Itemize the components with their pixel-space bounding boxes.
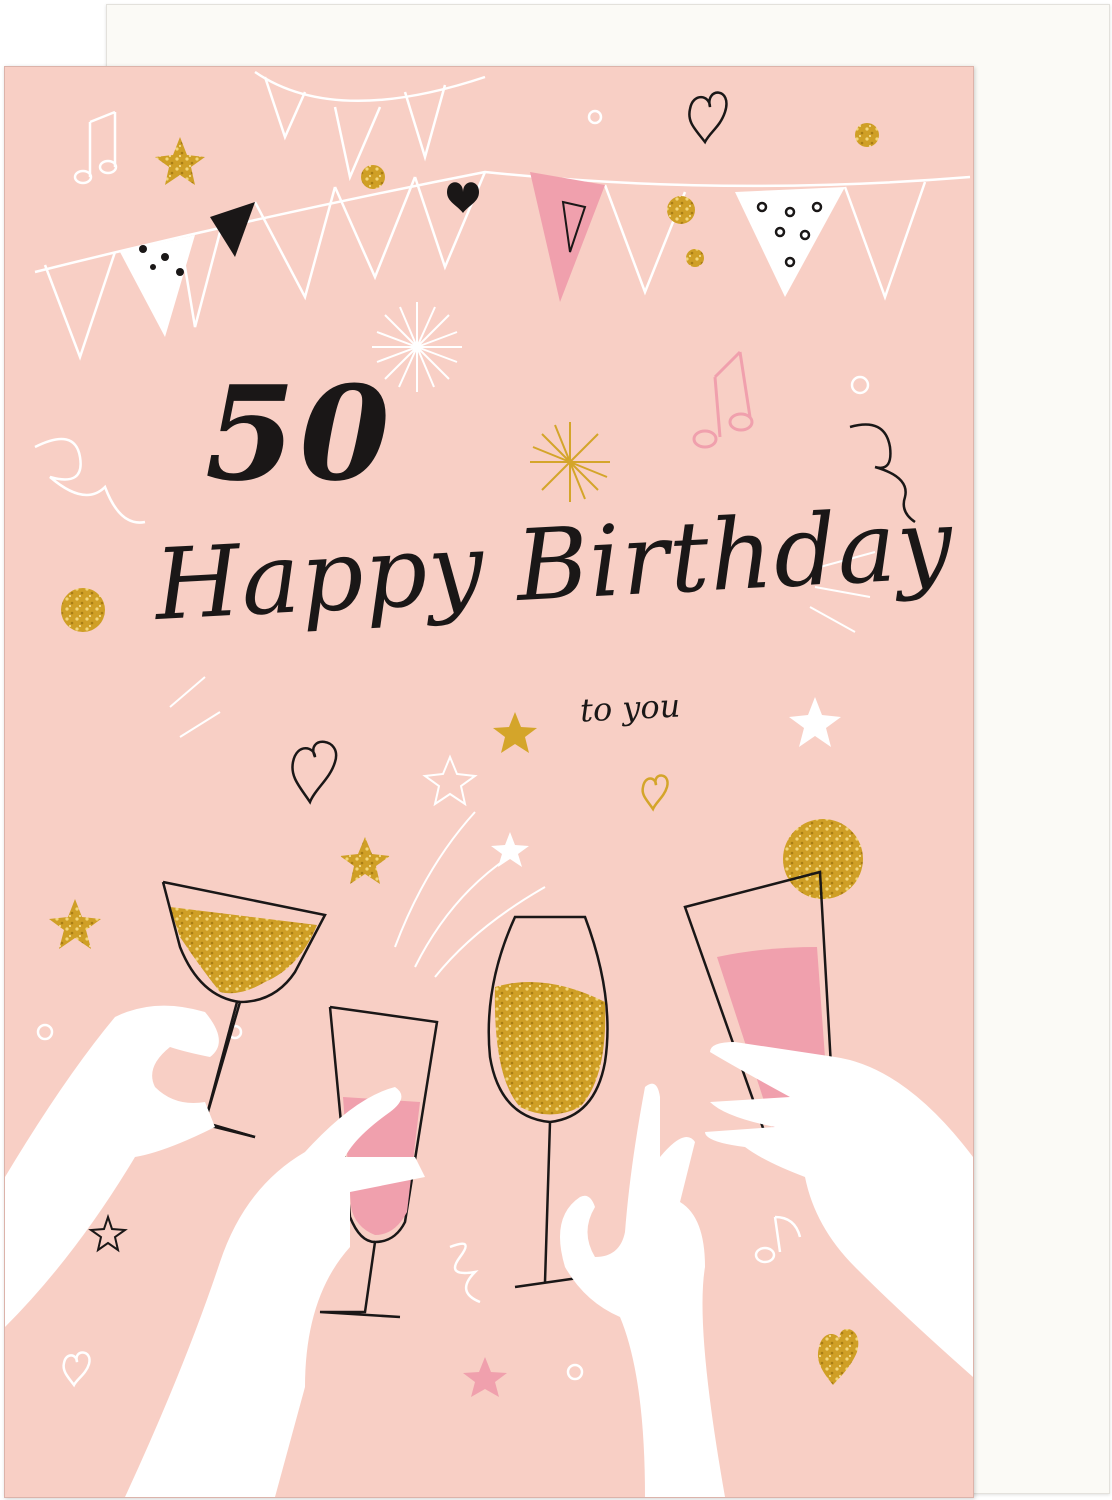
heart-icon [447, 182, 479, 213]
pennant-dotted [120, 235, 195, 337]
firework-burst [530, 422, 610, 502]
heart-icon [817, 1329, 859, 1385]
heart-icon [291, 740, 338, 805]
heart-icon [688, 91, 728, 145]
heart-icon [641, 774, 669, 812]
heart-icon [62, 1351, 91, 1388]
greeting-subtitle: to you [579, 686, 682, 730]
age-number: 50 [205, 357, 394, 510]
card-illustration [5, 70, 973, 1497]
music-note-icon [754, 1215, 802, 1264]
music-note-icon [692, 350, 754, 449]
raised-hand [5, 1005, 973, 1497]
greeting-card: 50 Happy Birthday to you [4, 66, 974, 1498]
music-note-icon [73, 110, 118, 185]
pennant-dotted-right [735, 187, 845, 297]
wine-glass [487, 915, 609, 1289]
